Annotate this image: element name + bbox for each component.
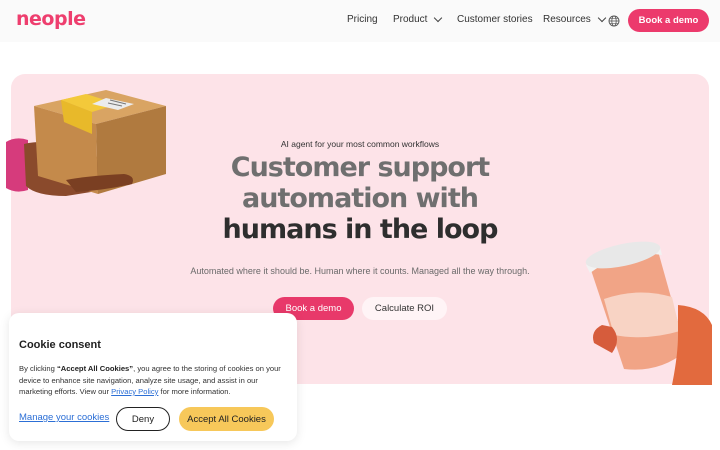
nav-label: Product: [393, 14, 428, 25]
cookie-text-part: for more information.: [158, 387, 231, 396]
nav-item-customer-stories[interactable]: Customer stories: [457, 14, 533, 25]
nav-item-product[interactable]: Product: [393, 13, 443, 25]
accept-all-cookies-button[interactable]: Accept All Cookies: [179, 407, 274, 431]
hero-kicker: AI agent for your most common workflows: [280, 139, 440, 149]
hero-headline-line1: Customer support: [230, 152, 490, 183]
deny-button[interactable]: Deny: [116, 407, 170, 431]
hero-headline-line2: automation with: [242, 183, 479, 214]
book-demo-button-header[interactable]: Book a demo: [628, 9, 709, 32]
cookie-title: Cookie consent: [19, 339, 101, 351]
nav-label: Pricing: [347, 14, 378, 25]
cookie-consent-dialog: Cookie consent By clicking “Accept All C…: [9, 313, 297, 441]
nav-item-resources[interactable]: Resources: [543, 13, 607, 25]
nav-label: Customer stories: [457, 14, 533, 25]
chevron-down-icon: [597, 13, 607, 23]
chevron-down-icon: [434, 13, 443, 23]
globe-icon[interactable]: [608, 15, 620, 27]
manage-cookies-link[interactable]: Manage your cookies: [19, 412, 109, 423]
coffee-cup-hand-illustration: [585, 241, 712, 385]
calculate-roi-button[interactable]: Calculate ROI: [362, 297, 447, 320]
logo[interactable]: neople: [16, 8, 86, 30]
site-header: neople Pricing Product Customer stories …: [0, 0, 720, 42]
cookie-text-bold: “Accept All Cookies”: [56, 364, 134, 373]
nav-item-pricing[interactable]: Pricing: [347, 14, 378, 25]
privacy-policy-link[interactable]: Privacy Policy: [111, 387, 158, 396]
cookie-text-part: By clicking: [19, 364, 57, 373]
cookie-description: By clicking “Accept All Cookies”, you ag…: [19, 363, 289, 398]
nav-label: Resources: [543, 14, 591, 25]
